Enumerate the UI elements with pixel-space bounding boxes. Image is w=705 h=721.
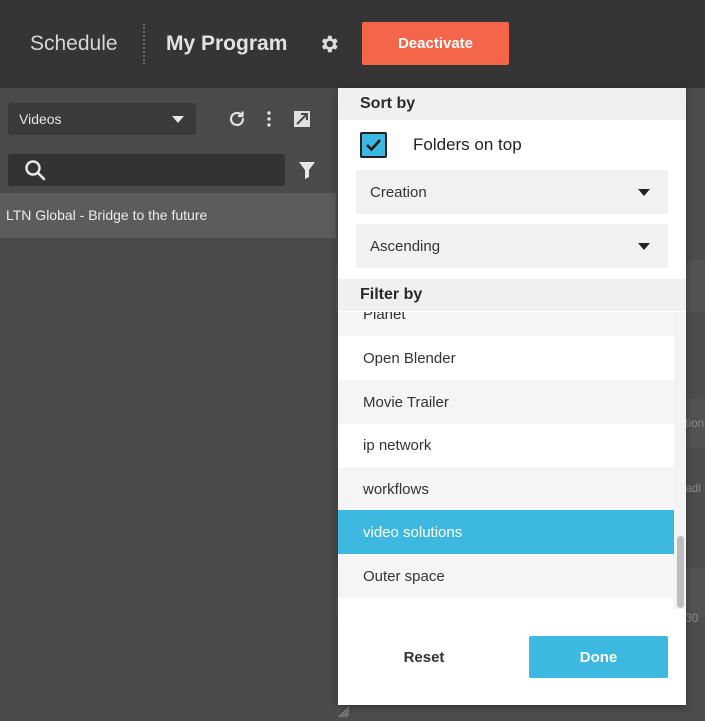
search-input[interactable]: [8, 154, 285, 186]
program-title: My Program: [166, 32, 288, 55]
background-text: adi: [685, 481, 702, 495]
scrollbar-thumb[interactable]: [677, 536, 684, 608]
filter-item-video-solutions[interactable]: video solutions: [338, 510, 674, 554]
filter-item-planet[interactable]: Planet: [338, 312, 674, 336]
filter-item-outer-space[interactable]: Outer space: [338, 554, 674, 598]
sort-order-value: Ascending: [370, 237, 441, 255]
background-text: 30: [685, 611, 699, 625]
sort-order-select[interactable]: Ascending: [356, 224, 668, 268]
resize-handle-icon[interactable]: [338, 706, 350, 718]
chevron-down-icon: [172, 116, 184, 123]
schedule-link[interactable]: Schedule: [30, 32, 118, 56]
top-bar: Schedule My Program Deactivate: [0, 0, 705, 88]
source-select-value: Videos: [19, 111, 62, 127]
filter-item-ip-network[interactable]: ip network: [338, 423, 674, 467]
list-item[interactable]: LTN Global - Bridge to the future: [0, 193, 336, 238]
gear-icon[interactable]: [318, 33, 340, 55]
sort-by-heading: Sort by: [338, 88, 686, 120]
checkmark-icon: [366, 139, 381, 152]
expand-icon[interactable]: [292, 109, 312, 129]
filter-by-heading: Filter by: [338, 279, 686, 311]
search-icon: [25, 160, 46, 181]
filter-item-movie-trailer[interactable]: Movie Trailer: [338, 380, 674, 424]
more-vertical-icon[interactable]: [259, 109, 279, 129]
sort-filter-popup: Sort by Folders on top Creation Ascendin…: [338, 88, 686, 705]
chevron-down-icon: [638, 243, 650, 250]
filter-scrollbar[interactable]: [674, 312, 686, 609]
filter-item-open-blender[interactable]: Open Blender: [338, 336, 674, 380]
breadcrumb-separator: [143, 24, 145, 64]
background-text: tion: [685, 416, 705, 430]
deactivate-button[interactable]: Deactivate: [362, 22, 509, 65]
reset-button[interactable]: Reset: [358, 636, 490, 678]
sort-field-value: Creation: [370, 183, 427, 201]
filter-item-workflows[interactable]: workflows: [338, 467, 674, 511]
folders-on-top-checkbox[interactable]: [360, 132, 387, 158]
done-button[interactable]: Done: [529, 636, 668, 678]
folders-on-top-option[interactable]: Folders on top: [338, 120, 686, 170]
list-item-title: LTN Global - Bridge to the future: [6, 207, 208, 223]
chevron-down-icon: [638, 189, 650, 196]
folders-on-top-label: Folders on top: [413, 135, 522, 154]
refresh-icon[interactable]: [227, 109, 247, 129]
filter-list: Planet Open Blender Movie Trailer ip net…: [338, 312, 674, 609]
filter-icon[interactable]: [298, 160, 316, 180]
source-select[interactable]: Videos: [8, 103, 196, 135]
media-browser-panel: Videos LTN Global - Bridge to the future: [0, 88, 336, 721]
sort-field-select[interactable]: Creation: [356, 170, 668, 214]
